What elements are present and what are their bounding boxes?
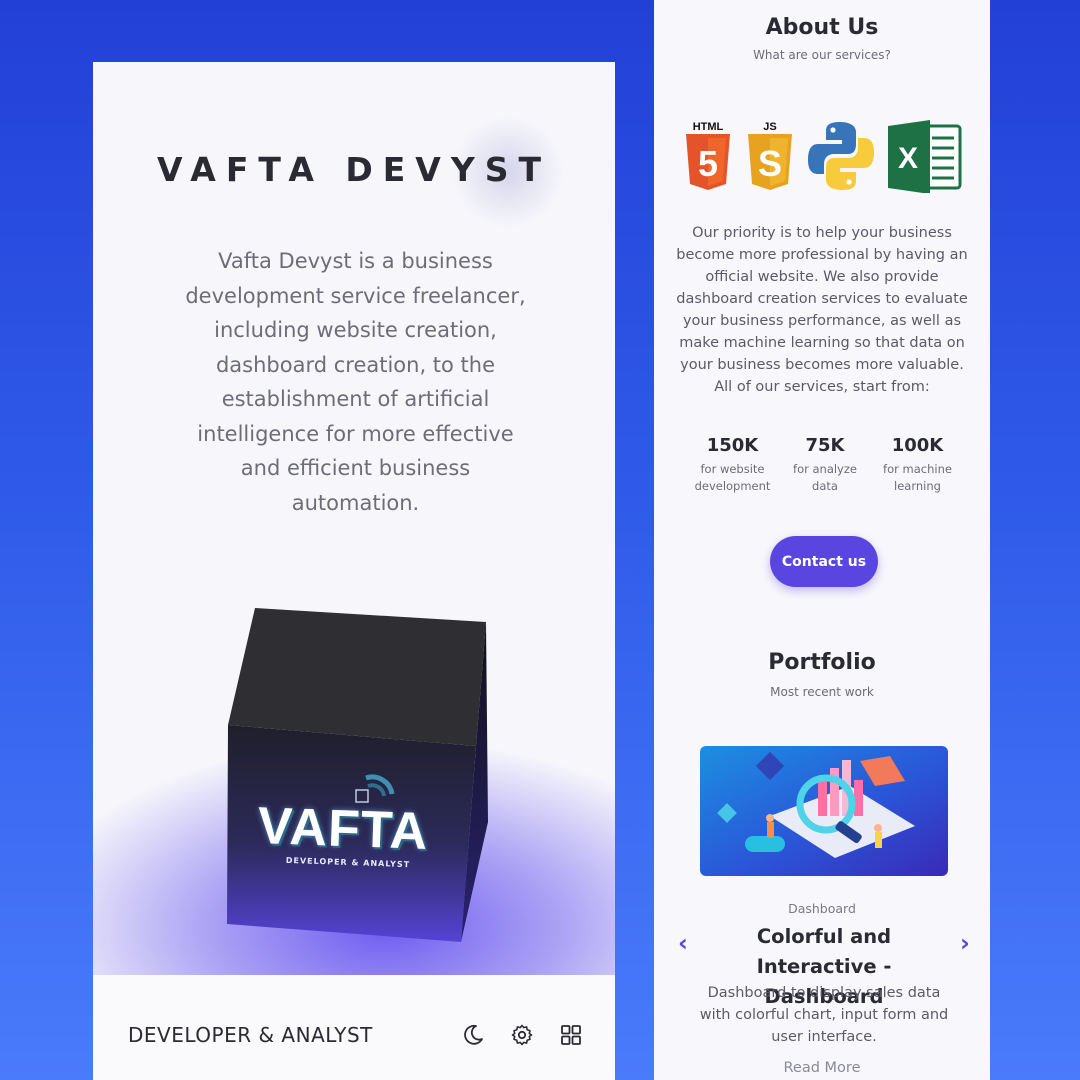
vafta-cube xyxy=(227,608,488,942)
chevron-left-icon[interactable]: ‹ xyxy=(672,930,694,956)
portfolio-image[interactable] xyxy=(700,746,948,876)
price-item-website: 150K for website development xyxy=(690,435,775,495)
mobile-screen-home: VAFTA DEVYST Vafta Devyst is a business … xyxy=(93,62,615,1080)
portfolio-item-description: Dashboard to display sales data with col… xyxy=(699,985,949,1045)
grid-icon[interactable] xyxy=(558,1022,584,1048)
about-text: Our priority is to help your business be… xyxy=(676,225,968,395)
portfolio-title: Portfolio xyxy=(768,650,876,675)
price-value: 100K xyxy=(891,435,944,456)
cube-top-face xyxy=(228,608,486,746)
excel-icon: X xyxy=(888,120,962,193)
price-label: for analyze data xyxy=(793,462,857,493)
svg-text:HTML: HTML xyxy=(693,121,724,133)
price-value: 150K xyxy=(706,435,759,456)
portfolio-category: Dashboard xyxy=(788,901,856,916)
price-item-analyze: 75K for analyze data xyxy=(783,435,868,495)
svg-text:5: 5 xyxy=(698,143,718,184)
chevron-right-icon[interactable]: › xyxy=(954,930,976,956)
price-value: 75K xyxy=(805,435,845,456)
mobile-screen-about: About Us What are our services? HTML 5 J… xyxy=(654,0,990,1080)
tech-logos: HTML 5 JS S X xyxy=(686,120,962,193)
bottom-bar-title: DEVELOPER & ANALYST xyxy=(128,1023,373,1047)
gear-icon[interactable] xyxy=(509,1022,535,1048)
python-icon xyxy=(808,122,874,190)
svg-text:JS: JS xyxy=(763,121,776,133)
moon-icon[interactable] xyxy=(460,1022,486,1048)
price-label: for website development xyxy=(694,462,771,493)
bottom-bar: DEVELOPER & ANALYST xyxy=(93,975,615,1080)
price-item-ml: 100K for machine learning xyxy=(875,435,960,495)
svg-text:X: X xyxy=(898,142,918,175)
portfolio-subtitle: Most recent work xyxy=(770,685,874,699)
about-subtitle: What are our services? xyxy=(753,48,891,62)
cube-logo-text: VAFTA xyxy=(256,797,430,861)
about-title: About Us xyxy=(765,15,879,40)
javascript-icon: JS S xyxy=(748,121,792,190)
price-list: 150K for website development 75K for ana… xyxy=(690,435,960,495)
price-label: for machine learning xyxy=(883,462,952,493)
contact-us-button[interactable]: Contact us xyxy=(770,536,878,587)
read-more-link[interactable]: Read More xyxy=(654,1060,990,1076)
svg-text:S: S xyxy=(758,143,782,184)
dashboard-illustration xyxy=(700,746,948,876)
html5-icon: HTML 5 xyxy=(686,121,730,190)
